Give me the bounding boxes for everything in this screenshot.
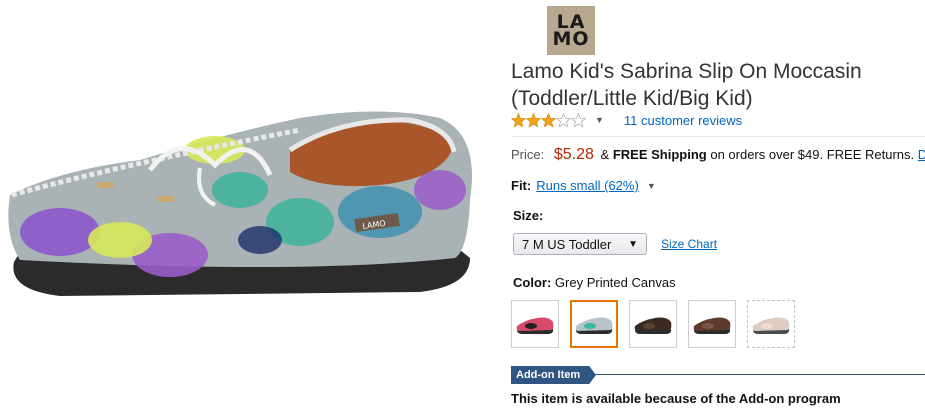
size-chart-link[interactable]: Size Chart <box>661 237 717 251</box>
addon-badge: Add-on Item <box>511 366 596 384</box>
customer-reviews-link[interactable]: 11 customer reviews <box>624 113 742 128</box>
color-swatch-dark-brown[interactable] <box>629 300 677 348</box>
brand-logo-text: LA MO <box>552 12 590 50</box>
flower-blue <box>338 186 422 238</box>
star-empty-icon <box>556 112 571 128</box>
free-returns-label: FREE Returns. <box>826 147 915 162</box>
price-value: $5.28 <box>553 146 594 163</box>
size-selected-value: 7 M US Toddler <box>522 236 612 252</box>
dropdown-arrow-icon: ▼ <box>628 238 638 250</box>
flower-purple <box>20 208 100 256</box>
color-swatches <box>511 300 806 348</box>
rating-row: ▼ 11 customer reviews <box>511 110 742 130</box>
color-swatch-pink-zebra[interactable] <box>511 300 559 348</box>
shipping-conditions: on orders over $49. <box>710 147 824 162</box>
color-row: Color: Grey Printed Canvas <box>513 275 676 290</box>
flower-purple <box>414 170 466 210</box>
color-selected-value: Grey Printed Canvas <box>554 275 676 290</box>
chevron-down-icon[interactable]: ▼ <box>647 181 656 191</box>
flower-teal <box>212 172 268 208</box>
color-swatch-brown[interactable] <box>688 300 736 348</box>
addon-text: This item is available because of the Ad… <box>511 391 841 406</box>
chevron-down-icon[interactable]: ▼ <box>595 115 604 125</box>
moccasin-thumbnail-icon <box>752 317 790 334</box>
price-row: Price: $5.28 & FREE Shipping on orders o… <box>511 146 925 164</box>
product-image[interactable]: LAMO <box>0 0 490 413</box>
moccasin-thumbnail-icon <box>575 317 613 334</box>
brand-logo[interactable]: LA MO <box>547 6 595 55</box>
moccasin-thumbnail-icon <box>516 317 554 334</box>
star-filled-icon <box>526 112 541 128</box>
fit-link[interactable]: Runs small (62%) <box>536 178 639 193</box>
product-title: Lamo Kid's Sabrina Slip On Moccasin (Tod… <box>511 60 862 110</box>
divider <box>511 136 925 137</box>
price-label: Price: <box>511 147 545 162</box>
star-filled-icon <box>541 112 556 128</box>
star-filled-icon <box>511 112 526 128</box>
star-empty-icon <box>571 112 586 128</box>
size-select[interactable]: 7 M US Toddler ▼ <box>513 233 647 255</box>
details-link[interactable]: D <box>918 147 925 162</box>
color-swatch-grey-printed-canvas[interactable] <box>570 300 618 348</box>
flower-navy <box>238 226 282 254</box>
color-label: Color: <box>513 275 552 290</box>
free-shipping-label: FREE Shipping <box>612 147 707 162</box>
moccasin-thumbnail-icon <box>693 317 731 334</box>
moccasin-image: LAMO <box>8 111 472 296</box>
color-swatch-tan-unavailable[interactable] <box>747 300 795 348</box>
moccasin-thumbnail-icon <box>634 317 672 334</box>
star-rating[interactable] <box>511 112 586 128</box>
price-amp: & <box>600 147 610 162</box>
lace-aglet <box>98 182 114 188</box>
flower-yellow <box>88 222 152 258</box>
size-label: Size: <box>513 208 544 223</box>
logo-line-2: MO <box>552 27 590 50</box>
fit-row: Fit: Runs small (62%) ▼ <box>511 178 656 193</box>
fit-label: Fit: <box>511 178 532 193</box>
lace-aglet <box>158 196 174 202</box>
